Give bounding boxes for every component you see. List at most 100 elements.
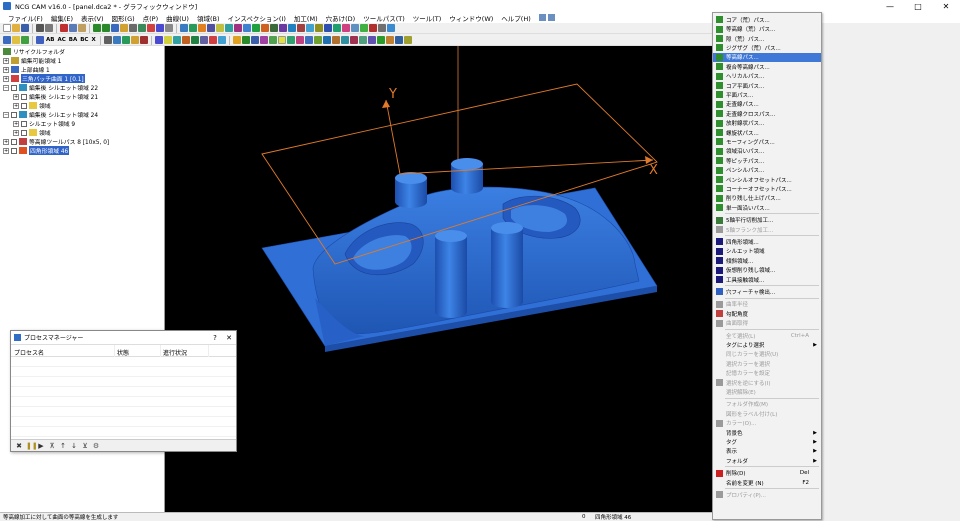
context-menu-item[interactable]: ヘリカルパス... [713,71,821,81]
help-icon[interactable] [387,24,395,32]
highlight-icon[interactable] [277,36,286,44]
tool-icon[interactable] [270,24,278,32]
context-menu-item[interactable]: ペンシルパス... [713,165,821,175]
help-button[interactable]: ? [208,334,222,342]
context-menu-item[interactable]: フォルダ ▶ [713,456,821,466]
drill-icon[interactable] [288,24,296,32]
select-icon[interactable] [225,24,233,32]
tool-view-icon[interactable] [385,36,394,44]
cone-icon[interactable] [268,36,277,44]
view-iso-icon[interactable] [111,24,119,32]
folder-icon[interactable] [12,36,20,44]
tree-item[interactable]: + 等高線ツールパス 8 [10x5, 0] [3,137,109,146]
context-menu-item[interactable]: 表示 ▶ [713,447,821,457]
print-preview-icon[interactable] [45,24,53,32]
point-tool-icon[interactable] [198,24,206,32]
visibility-checkbox[interactable] [11,84,17,91]
visibility-checkbox[interactable] [21,102,27,109]
point-icon[interactable] [36,36,44,44]
tree-item[interactable]: + シルエット領域 9 [13,119,75,128]
wireframe-icon[interactable] [138,24,146,32]
copy-transform-icon[interactable] [340,36,349,44]
paste-icon[interactable] [78,24,86,32]
tree-item[interactable]: − 編集後 シルエット領域 24 [3,110,98,119]
shade-icon[interactable] [129,24,137,32]
light-icon[interactable] [163,36,172,44]
context-menu-item[interactable]: 複合等高線パス... [713,62,821,72]
rotate-object-icon[interactable] [367,36,376,44]
context-menu-item[interactable]: 等高線（荒）パス... [713,24,821,34]
menu-drilling[interactable]: 穴あけ(D) [322,13,360,23]
toolpath-view-icon[interactable] [376,36,385,44]
settings-icon[interactable]: ⚙ [92,442,100,450]
options-icon[interactable] [378,24,386,32]
context-menu-item[interactable]: 等高線パス... [713,52,821,63]
expander[interactable]: − [3,111,9,118]
context-menu-item[interactable]: シルエット領域 [713,247,821,257]
window-icon[interactable] [547,14,555,21]
shade-mode-icon[interactable] [154,36,163,44]
context-menu-item[interactable]: ペンシルオフセットパス... [713,175,821,185]
label-ac[interactable]: AC [56,37,66,43]
layer-icon[interactable] [207,24,215,32]
move-up-icon[interactable]: ↑ [59,442,67,450]
context-menu-item[interactable]: 削り残し仕上げパス... [713,194,821,204]
context-menu-item[interactable]: 隙（荒）パス... [713,34,821,44]
expander[interactable]: − [3,84,9,91]
print-icon[interactable] [36,24,44,32]
context-menu-item[interactable]: コア平面パス... [713,81,821,91]
expander[interactable]: + [3,147,9,154]
view-front-icon[interactable] [103,36,112,44]
context-menu-item[interactable]: モーフィングパス... [713,137,821,147]
settings-icon[interactable] [351,24,359,32]
context-menu-item[interactable]: 背景色 ▶ [713,428,821,438]
context-menu-item[interactable]: 等ピッチパス... [713,156,821,166]
save-icon[interactable] [21,24,29,32]
menu-tools[interactable]: ツール(T) [409,13,446,23]
label-ab[interactable]: AB [45,37,55,43]
stock-icon[interactable] [306,24,314,32]
cylinder-icon[interactable] [250,36,259,44]
pause-icon[interactable]: ❚❚ [26,442,38,450]
offset-icon[interactable] [286,36,295,44]
rotate-icon[interactable] [147,24,155,32]
tree-item[interactable]: + 領域 [13,128,51,137]
context-menu-item[interactable]: タグ ▶ [713,437,821,447]
column-header[interactable]: 進行状況 [163,348,187,357]
menu-edit[interactable]: 編集(E) [47,13,77,23]
context-menu-item[interactable]: 単一面沿いパス... [713,203,821,213]
move-bottom-icon[interactable]: ⊻ [81,442,89,450]
copy-icon[interactable] [69,24,77,32]
visibility-checkbox[interactable] [11,111,17,118]
context-menu-item[interactable]: 放射線状パス... [713,118,821,128]
context-menu-item[interactable]: 四角形領域... [713,237,821,247]
transparency-icon[interactable] [172,36,181,44]
select-all-icon[interactable] [3,36,11,44]
report-icon[interactable] [342,24,350,32]
stock-view-icon[interactable] [394,36,403,44]
mirror-icon[interactable] [331,36,340,44]
tree-item[interactable]: + 領域 [13,101,51,110]
color-icon[interactable] [234,24,242,32]
toolpath-icon[interactable] [252,24,260,32]
context-menu-item[interactable]: 仮想削り残し領域... [713,265,821,275]
close-button[interactable]: ✕ [222,334,236,342]
extend-icon[interactable] [304,36,313,44]
context-menu-item[interactable]: タグにより選択 ▶ [713,340,821,350]
process-list[interactable] [11,357,236,437]
split-icon[interactable] [322,36,331,44]
menu-curve[interactable]: 曲線(U) [162,13,193,23]
show-icon[interactable] [217,36,226,44]
inspect-icon[interactable] [315,24,323,32]
minimize-icon[interactable]: — [876,0,904,12]
expander[interactable]: + [13,93,19,100]
context-menu-item[interactable]: コーナーオフセットパス... [713,184,821,194]
sphere-icon[interactable] [259,36,268,44]
tree-item[interactable]: + 編集後 シルエット領域 21 [13,92,98,101]
restore-icon[interactable] [538,14,546,21]
visibility-checkbox[interactable] [11,138,17,145]
label-ba[interactable]: BA [68,37,78,43]
join-icon[interactable] [313,36,322,44]
column-header[interactable]: 状態 [117,348,129,357]
move-down-icon[interactable]: ↓ [70,442,78,450]
